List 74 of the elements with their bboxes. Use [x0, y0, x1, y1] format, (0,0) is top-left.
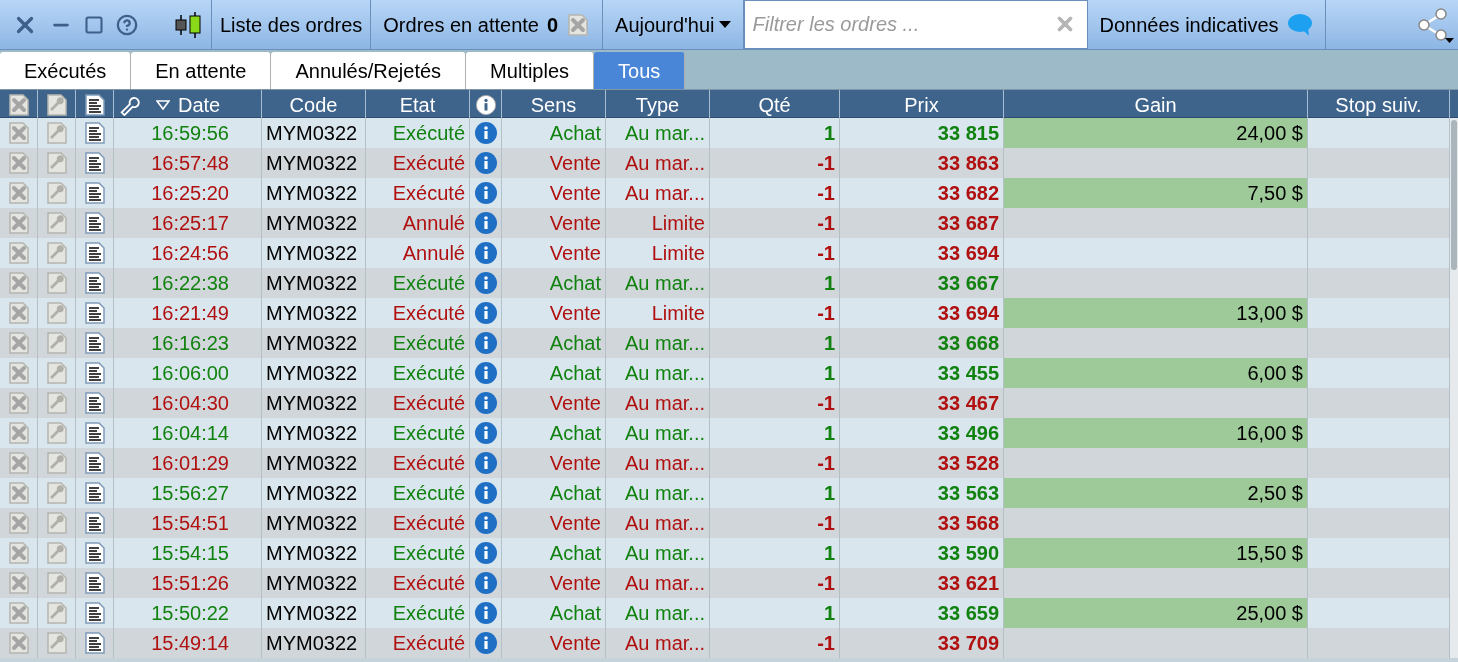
gain-cell: 25,00 $ — [1004, 598, 1308, 628]
side-cell: Vente — [502, 628, 606, 658]
time-cell: 15:49:14 — [114, 628, 262, 658]
cancel-icon[interactable] — [6, 93, 31, 117]
document-icon[interactable] — [82, 121, 107, 145]
info-icon[interactable] — [473, 481, 498, 505]
info-icon[interactable] — [473, 391, 498, 415]
document-icon[interactable] — [82, 181, 107, 205]
gain-cell: 2,50 $ — [1004, 478, 1308, 508]
gain-cell: 16,00 $ — [1004, 418, 1308, 448]
speech-bubble-icon — [1286, 12, 1313, 37]
document-icon[interactable] — [82, 601, 107, 625]
scrollbar-thumb[interactable] — [1451, 120, 1457, 270]
info-icon[interactable] — [473, 631, 498, 655]
tab[interactable]: Exécutés — [0, 52, 132, 89]
info-icon[interactable] — [473, 271, 498, 295]
wrench-icon — [118, 94, 140, 116]
date-column-header[interactable]: Date — [156, 90, 221, 120]
help-icon[interactable] — [116, 13, 138, 36]
info-icon[interactable] — [473, 241, 498, 265]
panel-title: Liste des ordres — [212, 0, 372, 49]
tab[interactable]: En attente — [131, 52, 272, 89]
gain-cell: 15,50 $ — [1004, 538, 1308, 568]
pending-orders-label: Ordres en attente — [383, 12, 539, 38]
info-icon[interactable] — [473, 571, 498, 595]
code-cell: MYM0322 — [262, 628, 366, 658]
document-icon[interactable] — [82, 511, 107, 535]
document-icon[interactable] — [82, 631, 107, 655]
state-cell: Exécuté — [366, 628, 470, 658]
info-icon[interactable] — [473, 601, 498, 625]
info-icon[interactable] — [473, 451, 498, 475]
document-icon[interactable] — [82, 211, 107, 235]
document-icon[interactable] — [82, 151, 107, 175]
info-icon[interactable] — [473, 181, 498, 205]
info-icon[interactable] — [473, 361, 498, 385]
gain-cell: 6,00 $ — [1004, 358, 1308, 388]
candlestick-icon[interactable] — [173, 10, 203, 39]
caret-icon — [718, 20, 731, 29]
info-icon[interactable] — [473, 151, 498, 175]
maximize-icon[interactable] — [84, 14, 104, 35]
wrench-icon[interactable] — [44, 93, 69, 117]
type-cell: Au mar... — [606, 628, 710, 658]
filter-field[interactable]: Filtrer les ordres ... — [743, 0, 1088, 49]
pending-orders-count: 0 — [546, 12, 559, 38]
quantity-cell: -1 — [710, 628, 840, 658]
document-icon[interactable] — [82, 93, 107, 117]
info-icon[interactable] — [473, 541, 498, 565]
tab[interactable]: Multiples — [466, 52, 595, 89]
document-icon[interactable] — [82, 271, 107, 295]
price-cell: 33 709 — [840, 628, 1004, 658]
sort-descending-icon — [156, 100, 170, 110]
info-icon[interactable] — [473, 211, 498, 235]
period-dropdown[interactable]: Aujourd'hui — [603, 0, 744, 49]
document-icon[interactable] — [82, 451, 107, 475]
document-icon[interactable] — [82, 361, 107, 385]
gain-cell: 24,00 $ — [1004, 118, 1308, 148]
tab[interactable]: Annulés/Rejetés — [271, 52, 467, 89]
document-icon[interactable] — [82, 421, 107, 445]
info-icon[interactable] — [473, 301, 498, 325]
info-icon[interactable] — [473, 511, 498, 535]
document-icon[interactable] — [82, 301, 107, 325]
info-icon[interactable] — [473, 331, 498, 355]
info-icon[interactable] — [473, 421, 498, 445]
document-icon[interactable] — [82, 481, 107, 505]
gain-cell: 7,50 $ — [1004, 178, 1308, 208]
info-icon[interactable] — [473, 121, 498, 145]
document-icon[interactable] — [82, 391, 107, 415]
document-icon[interactable] — [82, 571, 107, 595]
document-icon[interactable] — [82, 541, 107, 565]
document-icon[interactable] — [82, 331, 107, 355]
indicative-data-label: Données indicatives — [1099, 12, 1279, 38]
gain-cell: 13,00 $ — [1004, 298, 1308, 328]
tab[interactable]: Tous — [594, 52, 686, 89]
document-icon[interactable] — [82, 241, 107, 265]
